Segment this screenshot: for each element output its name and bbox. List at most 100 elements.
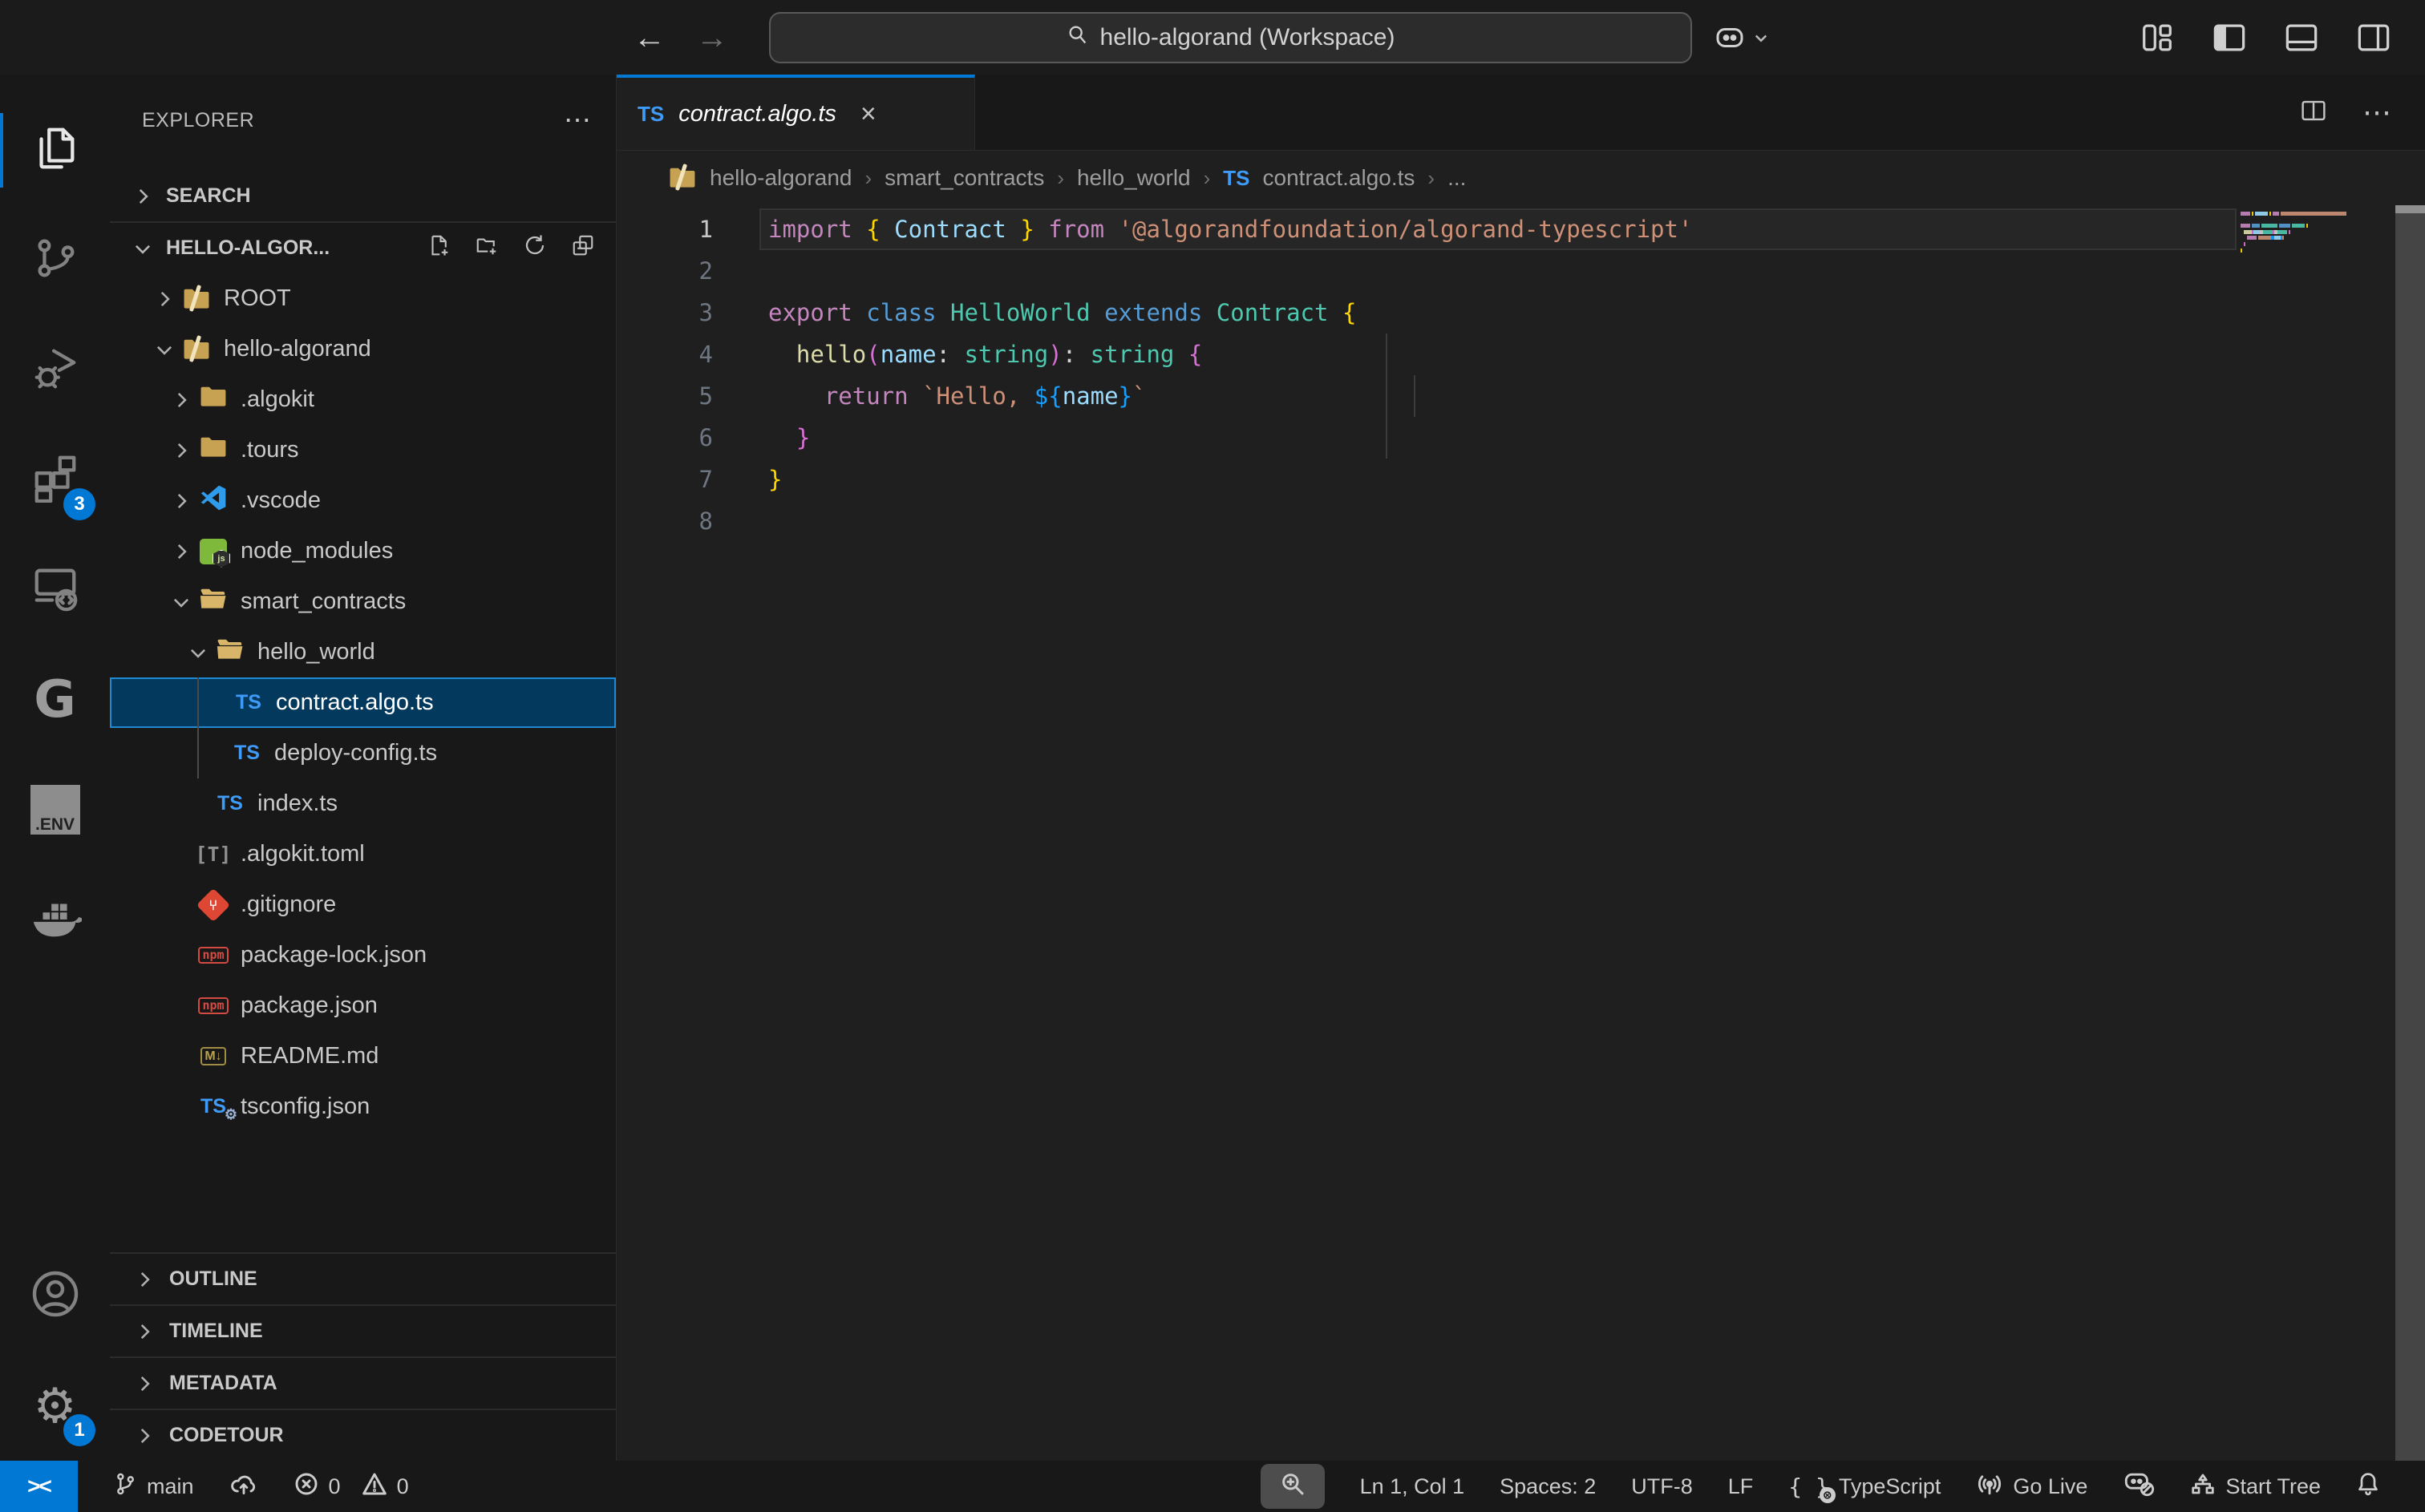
- title-bar: ← → hello-algorand (Workspace): [0, 0, 2425, 75]
- activity-item-extensions[interactable]: 3: [0, 425, 110, 535]
- tree-item-label: .algokit: [241, 386, 314, 413]
- tab-label: contract.algo.ts: [678, 101, 836, 127]
- status-eol[interactable]: LF: [1728, 1461, 1754, 1512]
- chevron-down-icon: [165, 592, 197, 612]
- status-encoding[interactable]: UTF-8: [1631, 1461, 1693, 1512]
- tree-item-tsconfig-json[interactable]: TS⚙tsconfig.json: [110, 1081, 616, 1132]
- toggle-secondary-sidebar-icon[interactable]: [2356, 22, 2391, 53]
- activity-item-explorer[interactable]: [0, 95, 110, 205]
- activity-item-settings[interactable]: ⚙1: [0, 1351, 110, 1461]
- section-codetour[interactable]: CODETOUR: [110, 1409, 616, 1461]
- breadcrumb-item[interactable]: contract.algo.ts: [1263, 165, 1415, 191]
- code-line-7[interactable]: 7}: [617, 459, 1692, 500]
- error-icon: [294, 1471, 319, 1502]
- tab-contract-algo-ts[interactable]: TS contract.algo.ts ×: [617, 75, 975, 150]
- new-file-icon[interactable]: [427, 233, 451, 263]
- workspace-header[interactable]: HELLO-ALGOR...: [110, 223, 616, 273]
- badge: 1: [63, 1414, 95, 1446]
- code-line-5[interactable]: 5 return `Hello, ${name}`: [617, 375, 1692, 417]
- chevron-right-icon: [165, 440, 197, 461]
- tree-item--algokit[interactable]: .algokit: [110, 374, 616, 425]
- tree-item--vscode[interactable]: .vscode: [110, 475, 616, 526]
- activity-item-run-debug[interactable]: [0, 315, 110, 425]
- tree-item-node-modules[interactable]: jsnode_modules: [110, 526, 616, 576]
- activity-item-remote-explorer[interactable]: [0, 535, 110, 645]
- typescript-file-icon: TS: [234, 742, 260, 765]
- toggle-primary-sidebar-icon[interactable]: [2212, 22, 2247, 53]
- command-center[interactable]: hello-algorand (Workspace): [769, 12, 1692, 63]
- layout-customize-icon[interactable]: [2140, 22, 2175, 53]
- tree-item-readme-md[interactable]: M↓README.md: [110, 1031, 616, 1081]
- tree-icon: [2190, 1471, 2216, 1502]
- activity-item-docker[interactable]: [0, 864, 110, 974]
- back-arrow-icon[interactable]: ←: [634, 22, 666, 54]
- toggle-panel-icon[interactable]: [2284, 22, 2319, 53]
- tsconfig-icon: TS⚙: [200, 1095, 226, 1118]
- activity-item-accounts[interactable]: [0, 1241, 110, 1351]
- section-metadata[interactable]: METADATA: [110, 1356, 616, 1409]
- status-problems[interactable]: 00: [294, 1461, 409, 1512]
- collapse-all-icon[interactable]: [571, 233, 595, 263]
- magnify-icon: [1280, 1471, 1306, 1502]
- code-line-4[interactable]: 4 hello(name: string): string {: [617, 334, 1692, 375]
- code-text: export class HelloWorld extends Contract…: [713, 292, 1356, 334]
- tree-item-hello-world[interactable]: hello_world: [110, 627, 616, 677]
- refresh-icon[interactable]: [523, 233, 547, 263]
- status-indentation[interactable]: Spaces: 2: [1500, 1461, 1596, 1512]
- markdown-icon: M↓: [200, 1047, 225, 1065]
- tree-item-deploy-config-ts[interactable]: TSdeploy-config.ts: [110, 728, 616, 778]
- tree-item--gitignore[interactable]: ⑂.gitignore: [110, 879, 616, 930]
- status-zoom[interactable]: [1261, 1464, 1325, 1509]
- close-icon[interactable]: ×: [860, 99, 876, 130]
- status-start-tree[interactable]: Start Tree: [2190, 1461, 2321, 1512]
- breadcrumb-separator: ›: [1204, 166, 1211, 191]
- status-go-live[interactable]: Go Live: [1976, 1461, 2087, 1512]
- remote-indicator[interactable]: ><: [0, 1461, 78, 1512]
- status-sync-changes[interactable]: [229, 1461, 258, 1512]
- activity-bar: 3 G.ENV ⚙1: [0, 75, 110, 1461]
- tree-item--algokit-toml[interactable]: [T].algokit.toml: [110, 829, 616, 879]
- tree-item--tours[interactable]: .tours: [110, 425, 616, 475]
- forward-arrow-icon[interactable]: →: [696, 22, 728, 54]
- section-search[interactable]: SEARCH: [110, 171, 616, 223]
- tree-item-package-json[interactable]: npmpackage.json: [110, 980, 616, 1031]
- tree-item-index-ts[interactable]: TSindex.ts: [110, 778, 616, 829]
- tree-item-label: package.json: [241, 993, 378, 1019]
- tree-item-package-lock-json[interactable]: npmpackage-lock.json: [110, 930, 616, 980]
- section-timeline[interactable]: TIMELINE: [110, 1304, 616, 1356]
- scrollbar[interactable]: [2395, 205, 2425, 1461]
- status-language-mode[interactable]: { }⊗TypeScript: [1788, 1461, 1941, 1512]
- files-icon: [30, 123, 80, 177]
- more-actions-icon[interactable]: ⋯: [2362, 95, 2393, 129]
- status-label: TypeScript: [1839, 1474, 1941, 1499]
- activity-item-dotenv[interactable]: .ENV: [0, 754, 110, 864]
- status-copilot-status[interactable]: [2123, 1461, 2155, 1512]
- code-line-2[interactable]: 2: [617, 250, 1692, 292]
- tree-item-root[interactable]: ROOT: [110, 273, 616, 324]
- status-git-branch[interactable]: main: [113, 1461, 194, 1512]
- tree-item-smart-contracts[interactable]: smart_contracts: [110, 576, 616, 627]
- status-notifications[interactable]: [2356, 1461, 2380, 1512]
- code-line-3[interactable]: 3export class HelloWorld extends Contrac…: [617, 292, 1692, 334]
- section-outline[interactable]: OUTLINE: [110, 1252, 616, 1304]
- status-cursor-position[interactable]: Ln 1, Col 1: [1360, 1461, 1465, 1512]
- split-editor-icon[interactable]: [2300, 99, 2327, 127]
- new-folder-icon[interactable]: [475, 233, 499, 263]
- tree-item-label: package-lock.json: [241, 942, 427, 968]
- breadcrumb-item[interactable]: smart_contracts: [885, 165, 1044, 191]
- activity-item-source-control[interactable]: [0, 205, 110, 315]
- code-line-8[interactable]: 8: [617, 500, 1692, 542]
- breadcrumb-item[interactable]: ...: [1447, 165, 1466, 191]
- tree-item-hello-algorand[interactable]: hello-algorand: [110, 324, 616, 374]
- code-line-6[interactable]: 6 }: [617, 417, 1692, 459]
- code-line-1[interactable]: 1import { Contract } from '@algorandfoun…: [617, 208, 1692, 250]
- chevron-down-icon: [1753, 30, 1769, 46]
- tree-item-label: contract.algo.ts: [276, 689, 434, 716]
- copilot-menu[interactable]: [1713, 0, 1769, 75]
- activity-item-algokit[interactable]: G: [0, 645, 110, 754]
- sidebar-more-actions[interactable]: ⋯: [564, 104, 593, 136]
- breadcrumb-item[interactable]: hello-algorand: [710, 165, 852, 191]
- breadcrumb-item[interactable]: hello_world: [1077, 165, 1191, 191]
- tree-item-contract-algo-ts[interactable]: TScontract.algo.ts: [110, 677, 616, 728]
- code-editor[interactable]: 1import { Contract } from '@algorandfoun…: [617, 205, 2425, 1461]
